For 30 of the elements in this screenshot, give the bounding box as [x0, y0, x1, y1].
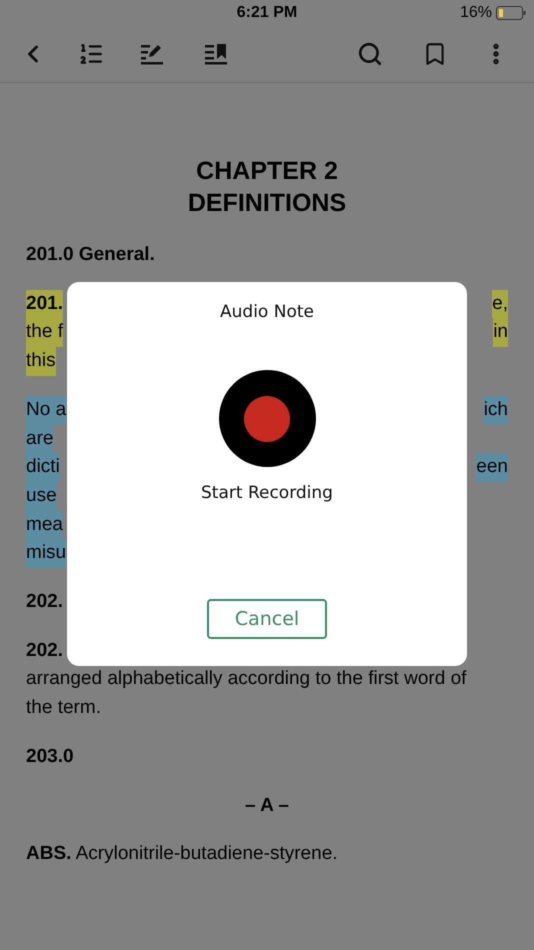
- document-text: 201.0 General.: [26, 243, 155, 267]
- chapter-title: DEFINITIONS: [186, 188, 348, 219]
- document-text: use: [26, 482, 57, 511]
- document-text: ich: [484, 396, 508, 425]
- document-text: the f: [26, 318, 63, 348]
- document-text: 202.: [26, 638, 63, 663]
- status-time: 6:21 PM: [236, 4, 298, 22]
- document-text: een: [476, 453, 508, 482]
- recording-status: Start Recording: [201, 483, 333, 503]
- chapter-title: CHAPTER 2: [195, 156, 339, 187]
- document-text: this: [26, 347, 56, 376]
- document-text: in: [493, 318, 508, 348]
- document-text: the term.: [26, 696, 101, 720]
- document-text: dicti: [26, 453, 60, 482]
- document-text: mea: [26, 510, 63, 540]
- document-text: are: [26, 424, 54, 454]
- document-text: ABS. Acrylonitrile-butadiene-styrene.: [26, 842, 338, 866]
- document-text: – A –: [244, 794, 289, 818]
- document-text: misu: [26, 539, 66, 568]
- document-text: arranged alphabetically according to the first word of: [26, 667, 466, 692]
- document-text: e,: [492, 290, 508, 318]
- document-text: 203.0: [26, 744, 74, 769]
- battery-icon: [496, 6, 526, 20]
- document-text: 201.: [26, 290, 63, 318]
- document-text: No a: [26, 396, 66, 425]
- search-icon[interactable]: [356, 40, 384, 68]
- dialog-title: Audio Note: [220, 302, 314, 322]
- cancel-button[interactable]: Cancel: [207, 599, 327, 639]
- battery-percent: 16%: [460, 4, 492, 22]
- document-text: 202.: [26, 590, 63, 614]
